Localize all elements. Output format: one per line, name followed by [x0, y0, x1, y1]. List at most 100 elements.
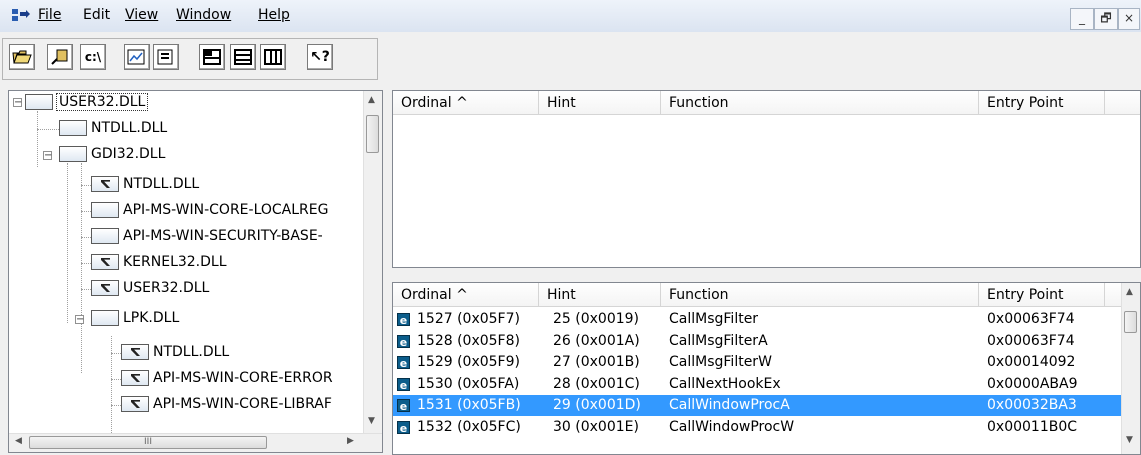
- tree-connector: [37, 111, 38, 167]
- layout-columns-icon: [264, 49, 282, 65]
- forwarded-module-icon: [121, 370, 149, 386]
- save-button[interactable]: [47, 44, 73, 70]
- cell-ordinal: 1530 (0x05FA): [417, 375, 520, 392]
- forwarded-module-icon: [91, 254, 119, 270]
- tree-node-ntdll[interactable]: NTDLL.DLL: [59, 115, 167, 141]
- properties-button[interactable]: [124, 44, 150, 70]
- layout-split-icon: [234, 49, 252, 65]
- cell-hint: 25 (0x0019): [553, 311, 640, 327]
- scroll-left-icon[interactable]: ◀: [15, 436, 22, 446]
- menu-edit[interactable]: Edit: [83, 7, 110, 23]
- open-button[interactable]: [9, 44, 35, 70]
- cell-function: CallWindowProcA: [669, 397, 790, 413]
- table-row[interactable]: e 1527 (0x05F7) 25 (0x0019) CallMsgFilter 0x…: [393, 309, 1126, 330]
- restore-button[interactable]: 🗗: [1094, 8, 1118, 30]
- exports-vertical-scrollbar[interactable]: ▲ ▼: [1121, 283, 1140, 454]
- properties-icon: [127, 49, 145, 65]
- forwarded-module-icon: [91, 176, 119, 192]
- help-icon: ↖?: [310, 49, 330, 65]
- tree-collapse-toggle[interactable]: −: [43, 151, 52, 161]
- app-icon[interactable]: [12, 9, 30, 23]
- column-header-hint[interactable]: Hint: [539, 283, 661, 307]
- table-row[interactable]: e 1530 (0x05FA) 28 (0x001C) CallNextHookEx 0…: [393, 374, 1126, 395]
- cell-function: CallMsgFilterW: [669, 354, 772, 370]
- save-icon: [51, 49, 68, 65]
- tree-node-user32-child[interactable]: USER32.DLL: [91, 275, 209, 301]
- cell-hint: 26 (0x001A): [553, 332, 640, 349]
- cell-hint: 29 (0x001D): [553, 397, 641, 413]
- column-header-ordinal[interactable]: Ordinal ^: [393, 283, 539, 307]
- column-header-hint[interactable]: Hint: [539, 91, 661, 115]
- scroll-down-icon[interactable]: ▼: [1126, 435, 1133, 445]
- menu-window[interactable]: Window: [176, 7, 231, 23]
- column-header-entry-point[interactable]: Entry Point: [979, 283, 1105, 307]
- table-row[interactable]: e 1529 (0x05F9) 27 (0x001B) CallMsgFilterW 0…: [393, 352, 1126, 373]
- module-icon: [59, 120, 87, 136]
- cell-entry-point: 0x00032BA3: [987, 397, 1077, 413]
- tree-connector: [111, 353, 121, 354]
- layout-split-button[interactable]: [230, 44, 256, 70]
- column-header-entry-point[interactable]: Entry Point: [979, 91, 1105, 115]
- module-icon: [91, 228, 119, 244]
- tree-vertical-scrollbar[interactable]: ▲ ▼: [363, 91, 382, 436]
- cell-ordinal: 1529 (0x05F9): [417, 354, 520, 370]
- close-button[interactable]: ×: [1118, 8, 1140, 30]
- menu-view[interactable]: View: [125, 7, 158, 23]
- scroll-thumb[interactable]: [1124, 311, 1137, 333]
- table-row[interactable]: e 1531 (0x05FB) 29 (0x001D) CallWindowProcA…: [393, 395, 1126, 416]
- module-icon: [91, 202, 119, 218]
- tree-node-core-error[interactable]: API-MS-WIN-CORE-ERROR: [121, 365, 333, 391]
- cell-entry-point: 0x00014092: [987, 354, 1076, 370]
- tree-collapse-toggle[interactable]: −: [13, 98, 22, 108]
- export-function-icon: e: [397, 420, 410, 435]
- tree-node-gdi32[interactable]: GDI32.DLL: [59, 141, 165, 167]
- tree-connector: [81, 263, 91, 264]
- open-icon: [12, 50, 32, 64]
- column-header-filler: [1105, 91, 1140, 115]
- column-header-function[interactable]: Function: [661, 91, 979, 115]
- exports-list[interactable]: Ordinal ^ Hint Function Entry Point e 152…: [392, 282, 1141, 455]
- column-header-function[interactable]: Function: [661, 283, 979, 307]
- tree-node-security-base[interactable]: API-MS-WIN-SECURITY-BASE-: [91, 223, 323, 249]
- command-prompt-button[interactable]: c:\: [80, 44, 106, 70]
- export-function-icon: e: [397, 377, 410, 392]
- tree-node-lpk-ntdll[interactable]: NTDLL.DLL: [121, 339, 229, 365]
- scroll-up-icon[interactable]: ▲: [1126, 287, 1133, 297]
- tree-connector: [111, 336, 112, 441]
- tree-node-core-library[interactable]: API-MS-WIN-CORE-LIBRAF: [121, 391, 332, 417]
- toolbar: c:\ ↖?: [0, 34, 1141, 84]
- menu-file[interactable]: File: [38, 7, 61, 23]
- tree-connector: [111, 379, 121, 380]
- parent-imports-list[interactable]: Ordinal ^ Hint Function Entry Point: [392, 90, 1141, 268]
- cell-entry-point: 0x00063F74: [987, 332, 1075, 349]
- layout-columns-button[interactable]: [260, 44, 286, 70]
- help-button[interactable]: ↖?: [307, 44, 333, 70]
- scroll-thumb[interactable]: [366, 115, 379, 153]
- layout-horizontal-button[interactable]: [199, 44, 225, 70]
- tree-collapse-toggle[interactable]: −: [75, 315, 84, 325]
- tree-node-kernel32[interactable]: KERNEL32.DLL: [91, 249, 227, 275]
- tree-horizontal-scrollbar[interactable]: ◀ III ▶: [9, 433, 382, 452]
- scroll-down-icon[interactable]: ▼: [368, 416, 375, 426]
- column-header-ordinal[interactable]: Ordinal ^: [393, 91, 539, 115]
- tree-node-gdi32-ntdll[interactable]: NTDLL.DLL: [91, 171, 199, 197]
- module-tree[interactable]: − USER32.DLL NTDLL.DLL − GDI32.DLL NTDLL…: [8, 90, 383, 453]
- menu-help[interactable]: Help: [258, 7, 290, 23]
- tree-node-user32[interactable]: USER32.DLL: [25, 91, 149, 115]
- cell-entry-point: 0x00063F74: [987, 311, 1075, 327]
- cell-hint: 30 (0x001E): [553, 418, 639, 435]
- minimize-button[interactable]: _: [1070, 8, 1094, 30]
- tree-node-localreg[interactable]: API-MS-WIN-CORE-LOCALREG: [91, 197, 328, 223]
- scroll-up-icon[interactable]: ▲: [368, 95, 375, 105]
- tree-node-lpk[interactable]: LPK.DLL: [91, 305, 179, 331]
- cell-entry-point: 0x00011B0C: [987, 418, 1078, 435]
- cell-hint: 27 (0x001B): [553, 354, 640, 370]
- table-row[interactable]: e 1532 (0x05FC) 30 (0x001E) CallWindowProcW…: [393, 417, 1126, 438]
- cell-entry-point: 0x0000ABA9: [987, 375, 1078, 392]
- cell-hint: 28 (0x001C): [553, 375, 640, 392]
- tree-connector: [111, 405, 121, 406]
- module-list-button[interactable]: [153, 44, 179, 70]
- scroll-right-icon[interactable]: ▶: [347, 436, 354, 446]
- table-row[interactable]: e 1528 (0x05F8) 26 (0x001A) CallMsgFilterA 0…: [393, 331, 1126, 352]
- scroll-thumb[interactable]: III: [29, 436, 267, 449]
